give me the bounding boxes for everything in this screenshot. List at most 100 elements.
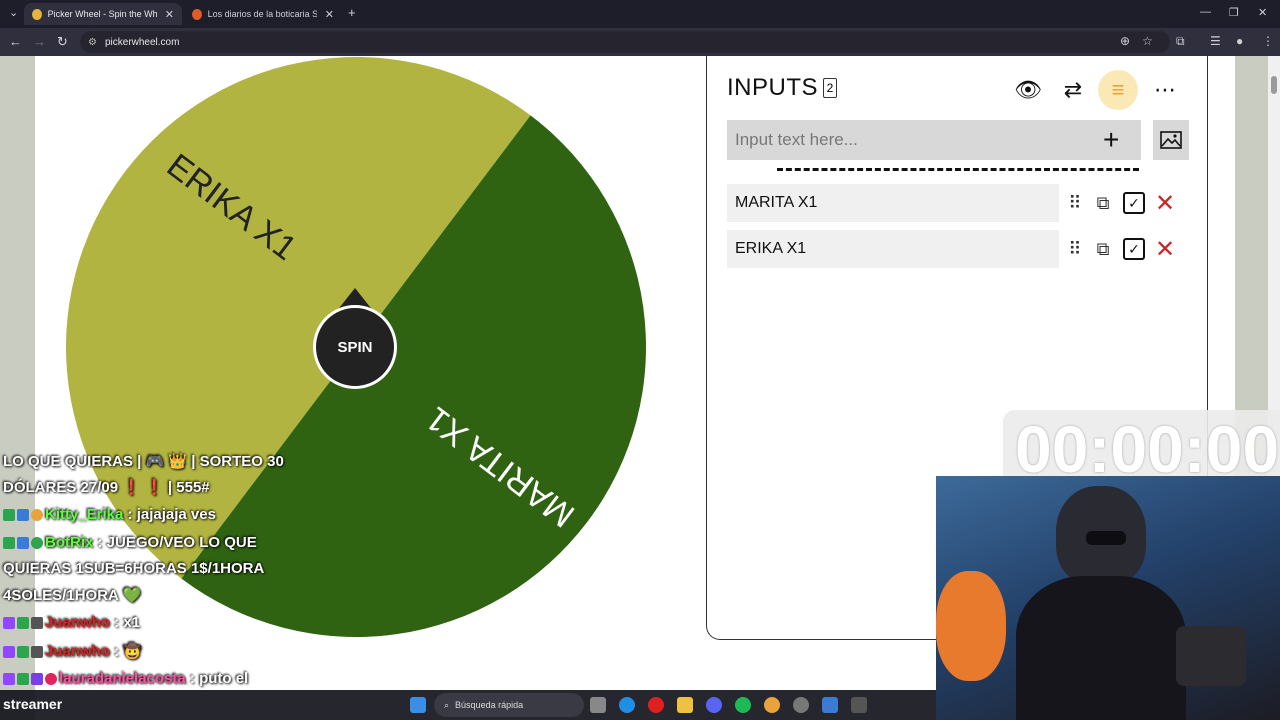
drag-handle-icon[interactable]: ⠿ — [1063, 190, 1087, 216]
prime-badge-icon — [3, 617, 15, 630]
entry-label[interactable]: ERIKA X1 — [727, 230, 1059, 268]
chat-text: LO QUE QUIERAS | 🎮 👑 | SORTEO 30 — [3, 453, 284, 470]
picker-wheel-favicon-icon — [32, 8, 42, 20]
notepad-icon[interactable] — [822, 697, 838, 713]
checkbox-icon[interactable]: ✓ — [1123, 192, 1145, 214]
plush-toy — [936, 571, 1006, 681]
chat-text: : JUEGO/VEO LO QUE — [93, 534, 257, 551]
webcam-feed — [936, 476, 1280, 720]
sub-badge-icon — [17, 537, 29, 550]
heart-badge-icon — [45, 673, 57, 686]
eye-icon[interactable]: 👁 — [1008, 70, 1048, 110]
chat-message: Juanwho : x1 — [3, 614, 140, 631]
chat-message: 4SOLES/1HORA 💚 — [3, 586, 141, 604]
streamer-body — [1016, 576, 1186, 720]
windows-start-icon[interactable] — [410, 697, 426, 713]
image-icon — [1160, 131, 1182, 149]
sub-badge-icon — [17, 509, 29, 522]
tab-boticaria[interactable]: Los diarios de la boticaria S2 A ✕ — [184, 3, 342, 25]
list-view-icon[interactable]: ≡ — [1098, 70, 1138, 110]
forward-icon[interactable]: → — [33, 34, 46, 49]
chat-message: Kitty_Erika : jajajaja ves — [3, 506, 216, 523]
streamer-tag: streamer — [3, 696, 63, 712]
new-tab-button[interactable]: + — [348, 5, 356, 20]
chat-text: : 🤠 — [110, 643, 143, 660]
add-entry-row: + — [727, 120, 1141, 160]
prime-badge-icon — [3, 646, 15, 659]
minimize-icon[interactable]: — — [1200, 6, 1211, 18]
taskbar-search-label: Búsqueda rápida — [455, 700, 524, 710]
chat-message: QUIERAS 1SUB=6HORAS 1$/1HORA — [3, 560, 264, 577]
chat-message: lauradanielacosta : puto el — [3, 670, 248, 687]
bookmark-star-icon[interactable]: ☆ — [1142, 34, 1153, 48]
duplicate-icon[interactable]: ⧉ — [1091, 190, 1115, 216]
calculator-icon[interactable] — [851, 697, 867, 713]
chat-message: BotRix : JUEGO/VEO LO QUE — [3, 534, 257, 551]
site-info-icon[interactable]: ⚙ — [88, 37, 97, 48]
chrome-icon[interactable] — [764, 697, 780, 713]
tab-title: Picker Wheel - Spin the Wheel — [47, 9, 157, 19]
drag-handle-icon[interactable]: ⠿ — [1063, 236, 1087, 262]
muted-badge-icon — [31, 617, 43, 630]
tab-picker-wheel[interactable]: Picker Wheel - Spin the Wheel ✕ — [24, 3, 182, 25]
star-badge-icon — [31, 673, 43, 686]
discord-icon[interactable] — [706, 697, 722, 713]
spotify-icon[interactable] — [735, 697, 751, 713]
chat-message: DÓLARES 27/09 ❗ ❗ | 555# — [3, 478, 210, 496]
reload-icon[interactable]: ↻ — [57, 34, 68, 50]
duplicate-icon[interactable]: ⧉ — [1091, 236, 1115, 262]
chat-text: DÓLARES 27/09 ❗ ❗ | 555# — [3, 479, 210, 496]
scrollbar-thumb[interactable] — [1271, 76, 1277, 94]
moderator-badge-icon — [17, 617, 29, 630]
sunglasses — [1086, 531, 1126, 545]
entry-count-badge: 2 — [823, 78, 837, 98]
reading-list-icon[interactable]: ☰ — [1210, 34, 1221, 48]
profile-avatar-icon[interactable]: ● — [1236, 34, 1243, 48]
moderator-badge-icon — [3, 537, 15, 550]
add-image-button[interactable] — [1153, 120, 1189, 160]
edge-icon[interactable] — [619, 697, 635, 713]
muted-badge-icon — [31, 646, 43, 659]
moderator-badge-icon — [17, 646, 29, 659]
crunchyroll-favicon-icon — [192, 8, 202, 20]
opera-icon[interactable] — [648, 697, 664, 713]
entry-text-input[interactable] — [727, 130, 1097, 150]
chat-text: : jajajaja ves — [123, 506, 216, 523]
entry-row: MARITA X1 ⠿ ⧉ ✓ ✕ — [727, 184, 1189, 222]
maximize-icon[interactable]: ❐ — [1229, 6, 1239, 19]
entry-label[interactable]: MARITA X1 — [727, 184, 1059, 222]
address-bar[interactable]: ⚙ pickerwheel.com — [80, 31, 1170, 53]
file-explorer-icon[interactable] — [677, 697, 693, 713]
prime-badge-icon — [3, 673, 15, 686]
zoom-icon[interactable]: ⊕ — [1120, 34, 1130, 48]
verified-badge-icon — [31, 537, 43, 550]
extensions-icon[interactable]: ⧉ — [1176, 34, 1185, 49]
list-divider — [777, 168, 1139, 171]
moderator-badge-icon — [17, 673, 29, 686]
moderator-badge-icon — [3, 509, 15, 522]
tab-search-icon[interactable]: ⌄ — [9, 6, 18, 19]
close-tab-icon[interactable]: ✕ — [325, 8, 334, 21]
shuffle-icon[interactable]: ⇄ — [1053, 70, 1093, 110]
stream-chat: LO QUE QUIERAS | 🎮 👑 | SORTEO 30 DÓLARES… — [0, 448, 300, 688]
chat-text: : x1 — [110, 614, 141, 631]
close-tab-icon[interactable]: ✕ — [165, 8, 174, 21]
add-entry-icon[interactable]: + — [1103, 124, 1119, 156]
menu-kebab-icon[interactable]: ⋮ — [1262, 34, 1274, 48]
task-view-icon[interactable] — [590, 697, 606, 713]
obs-icon[interactable] — [793, 697, 809, 713]
chat-text: QUIERAS 1SUB=6HORAS 1$/1HORA — [3, 560, 265, 577]
delete-icon[interactable]: ✕ — [1153, 190, 1177, 217]
close-window-icon[interactable]: ✕ — [1258, 6, 1267, 19]
taskbar-search[interactable]: ⌕ Búsqueda rápida — [434, 693, 584, 717]
checkbox-icon[interactable]: ✓ — [1123, 238, 1145, 260]
tab-title: Los diarios de la boticaria S2 A — [207, 9, 317, 19]
chat-username: Kitty_Erika — [45, 506, 124, 523]
chat-text: 4SOLES/1HORA 💚 — [3, 587, 142, 604]
delete-icon[interactable]: ✕ — [1153, 236, 1177, 263]
chat-username: Juanwho — [45, 643, 111, 660]
more-options-icon[interactable]: ⋯ — [1145, 70, 1185, 110]
spin-button[interactable]: SPIN — [313, 305, 397, 389]
back-icon[interactable]: ← — [9, 34, 22, 49]
search-icon: ⌕ — [444, 699, 450, 710]
